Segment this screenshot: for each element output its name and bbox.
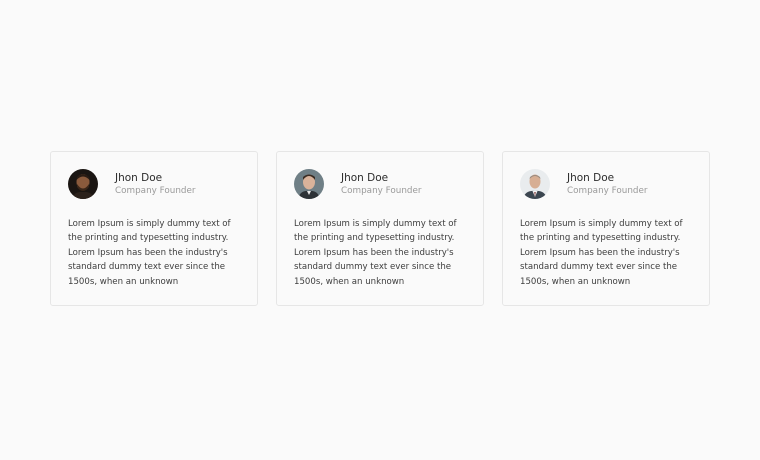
author-role: Company Founder [567,185,648,196]
author-name: Jhon Doe [115,171,163,184]
man-beard-portrait-icon [68,169,98,199]
testimonial-card: Jhon Doe Company Founder Lorem Ipsum is … [50,151,258,306]
author-role: Company Founder [341,185,422,196]
author-info: Jhon Doe Company Founder [341,171,422,198]
testimonial-header: Jhon Doe Company Founder [68,169,240,199]
young-man-portrait-icon [294,169,324,199]
avatar [520,169,550,199]
author-name: Jhon Doe [567,171,615,184]
author-info: Jhon Doe Company Founder [567,171,648,198]
avatar [294,169,324,199]
author-role: Company Founder [115,185,196,196]
avatar [68,169,98,199]
testimonial-header: Jhon Doe Company Founder [520,169,692,199]
page: Jhon Doe Company Founder Lorem Ipsum is … [0,0,760,460]
man-suit-portrait-icon [520,169,550,199]
testimonial-text: Lorem Ipsum is simply dummy text of the … [294,219,457,287]
testimonial-text: Lorem Ipsum is simply dummy text of the … [520,219,683,287]
testimonial-list: Jhon Doe Company Founder Lorem Ipsum is … [50,151,710,306]
testimonial-text: Lorem Ipsum is simply dummy text of the … [68,219,231,287]
testimonial-card: Jhon Doe Company Founder Lorem Ipsum is … [276,151,484,306]
testimonial-card: Jhon Doe Company Founder Lorem Ipsum is … [502,151,710,306]
author-info: Jhon Doe Company Founder [115,171,196,198]
testimonial-header: Jhon Doe Company Founder [294,169,466,199]
author-name: Jhon Doe [341,171,389,184]
